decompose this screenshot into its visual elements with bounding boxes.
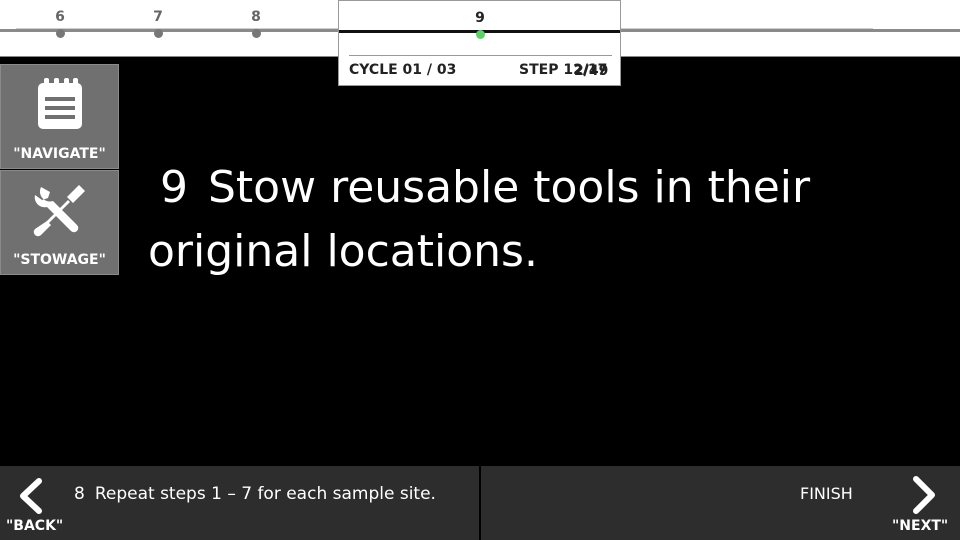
page-counter: 2/49 [574, 63, 609, 79]
chevron-right-icon [913, 476, 935, 514]
step-dot [251, 29, 261, 38]
next-step-preview[interactable]: FINISH [800, 484, 853, 503]
tools-icon [33, 185, 85, 237]
step-marker-number: 9 [475, 10, 485, 26]
stowage-button-label: "STOWAGE" [13, 252, 106, 268]
step-marker-8[interactable]: 8 [236, 0, 276, 38]
navigate-button-label: "NAVIGATE" [13, 146, 106, 162]
previous-step-text: Repeat steps 1 – 7 for each sample site. [94, 484, 436, 504]
step-marker-6[interactable]: 6 [40, 0, 80, 38]
stowage-button[interactable]: "STOWAGE" [0, 170, 119, 275]
current-step-number: 9 [160, 162, 188, 213]
step-marker-number: 7 [153, 9, 163, 25]
step-marker-7[interactable]: 7 [138, 0, 178, 38]
back-button-label: "BACK" [6, 518, 64, 534]
step-dot [55, 29, 65, 38]
step-dot [153, 29, 163, 38]
navigate-button[interactable]: "NAVIGATE" [0, 64, 119, 169]
current-step-panel: 9 CYCLE 01 / 03 STEP 12/17 2/49 [338, 0, 621, 86]
cycle-counter: CYCLE 01 / 03 [349, 62, 457, 78]
notepad-icon [37, 78, 82, 129]
next-button-label: "NEXT" [892, 518, 949, 534]
previous-step-preview[interactable]: 8 Repeat steps 1 – 7 for each sample site… [74, 484, 436, 504]
previous-step-number: 8 [74, 484, 85, 504]
progress-track-highlight [621, 28, 873, 29]
divider [479, 466, 481, 540]
divider [349, 55, 612, 56]
step-marker-9[interactable]: 9 [460, 1, 500, 39]
chevron-left-icon [20, 478, 42, 514]
step-marker-number: 8 [251, 9, 261, 25]
next-button[interactable]: "NEXT" [880, 466, 960, 540]
current-step-text: Stow reusable tools in their original lo… [148, 162, 811, 277]
current-step-instruction: 9 Stow reusable tools in their original l… [148, 156, 908, 284]
step-marker-number: 6 [55, 9, 65, 25]
current-step-dot [475, 30, 485, 39]
back-button[interactable]: "BACK" [0, 466, 80, 540]
